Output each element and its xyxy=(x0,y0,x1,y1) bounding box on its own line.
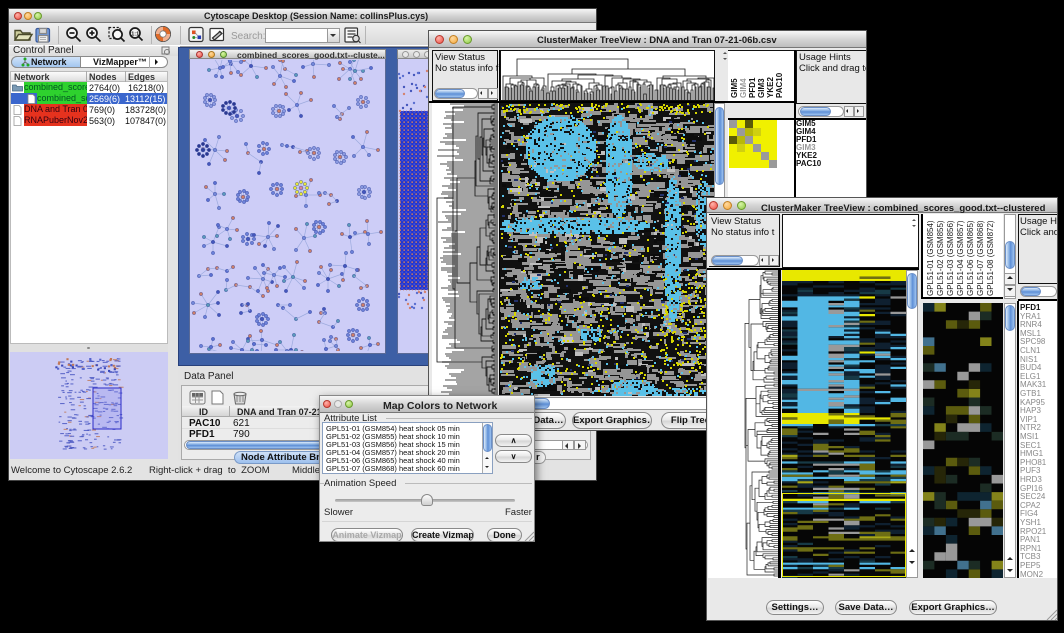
svg-text:1:1: 1:1 xyxy=(131,32,139,38)
